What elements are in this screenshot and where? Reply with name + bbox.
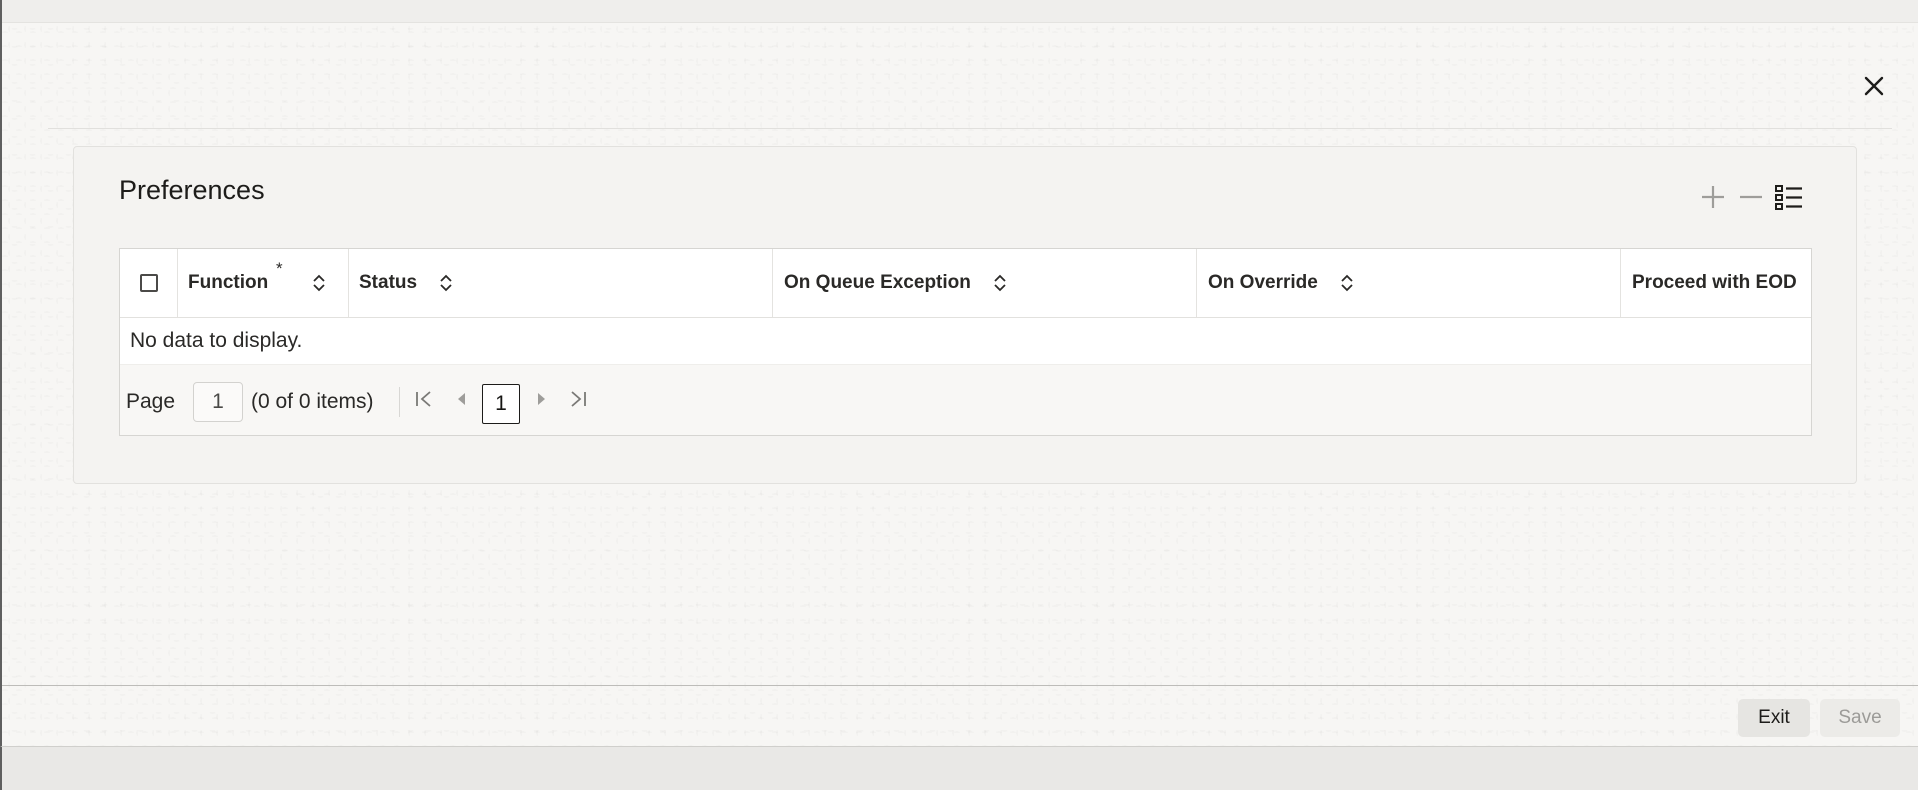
window-top-strip: [2, 0, 1920, 23]
last-page-icon: [568, 389, 588, 414]
empty-state-row: No data to display.: [120, 318, 1811, 364]
current-page-button[interactable]: 1: [482, 384, 520, 424]
list-settings-icon: [1774, 183, 1804, 216]
column-settings-button[interactable]: [1773, 183, 1805, 215]
header-divider: [48, 128, 1892, 129]
column-status[interactable]: Status: [349, 249, 773, 317]
status-bar: [0, 746, 1920, 790]
table-header: Function * Status On Queue Exception On …: [120, 249, 1811, 318]
empty-message: No data to display.: [130, 329, 303, 352]
page-number-input[interactable]: [193, 381, 243, 422]
column-proceed-with-eod[interactable]: Proceed with EOD: [1621, 249, 1811, 317]
panel-title: Preferences: [119, 175, 265, 205]
remove-row-button[interactable]: [1735, 183, 1767, 215]
close-button[interactable]: [1860, 74, 1888, 102]
column-on-queue-exception-label: On Queue Exception: [784, 272, 971, 293]
previous-page-icon: [454, 391, 468, 412]
next-page-button[interactable]: [527, 383, 557, 419]
items-summary: (0 of 0 items): [251, 389, 374, 413]
close-icon: [1863, 75, 1885, 102]
footer-divider: [2, 685, 1920, 686]
dialog-window: Preferences Function * Status On Queue E…: [0, 0, 1920, 746]
save-button[interactable]: Save: [1820, 699, 1900, 737]
preferences-table: Function * Status On Queue Exception On …: [119, 248, 1812, 436]
column-on-override-label: On Override: [1208, 272, 1318, 293]
add-row-button[interactable]: [1697, 183, 1729, 215]
minus-icon: [1737, 183, 1765, 216]
select-all-checkbox[interactable]: [139, 274, 158, 292]
first-page-button[interactable]: [409, 383, 439, 419]
preferences-panel: Preferences Function * Status On Queue E…: [73, 146, 1857, 484]
required-marker: *: [276, 259, 283, 278]
exit-button[interactable]: Exit: [1738, 699, 1810, 737]
next-page-icon: [535, 391, 549, 412]
panel-toolbar: [1697, 183, 1807, 217]
column-status-label: Status: [359, 272, 418, 293]
page-input-wrapper: [193, 365, 243, 435]
pager-divider: [399, 387, 400, 417]
pagination-bar: Page (0 of 0 items) 1: [120, 364, 1811, 435]
sort-icon[interactable]: [439, 274, 453, 292]
sort-icon[interactable]: [1340, 274, 1354, 292]
column-proceed-with-eod-label: Proceed with EOD: [1632, 272, 1797, 293]
first-page-icon: [414, 389, 434, 414]
select-all-column: [120, 249, 178, 317]
last-page-button[interactable]: [563, 383, 593, 419]
column-function[interactable]: Function *: [178, 249, 349, 317]
column-on-override[interactable]: On Override: [1197, 249, 1621, 317]
previous-page-button[interactable]: [446, 383, 476, 419]
sort-icon[interactable]: [993, 274, 1007, 292]
column-function-label: Function: [188, 272, 269, 293]
column-on-queue-exception[interactable]: On Queue Exception: [773, 249, 1197, 317]
sort-icon[interactable]: [312, 274, 326, 292]
page-label: Page: [126, 389, 176, 413]
plus-icon: [1699, 183, 1727, 216]
